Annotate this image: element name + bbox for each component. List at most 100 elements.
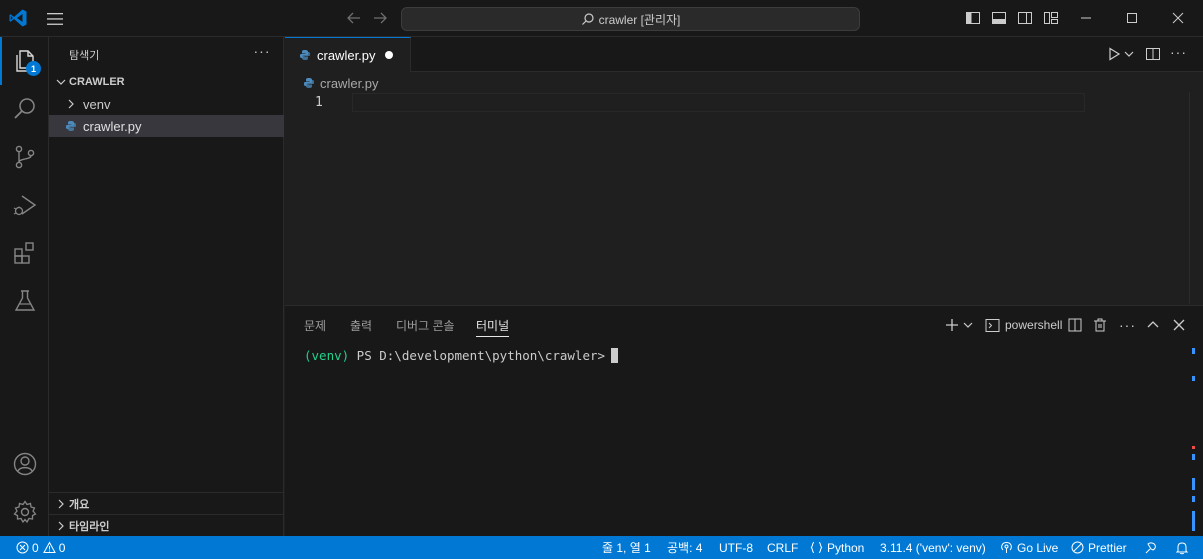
go-live-button[interactable]: Go Live (1000, 536, 1058, 559)
outline-label: 개요 (69, 498, 90, 511)
terminal-shell-selector[interactable]: powershell (985, 317, 1062, 333)
tree-item-venv[interactable]: venv (49, 93, 284, 115)
status-bar: 0 0 줄 1, 열 1 공백: 4 UTF-8 CRLF Python 3.1… (0, 536, 1203, 559)
indentation[interactable]: 공백: 4 (667, 536, 702, 559)
account-icon (13, 452, 36, 476)
sidebar-title: 탐색기 (69, 50, 100, 62)
maximize-button[interactable] (1109, 0, 1155, 36)
prettier-label: Prettier (1088, 540, 1127, 555)
run-debug-icon (13, 195, 36, 216)
minimize-icon (1081, 17, 1091, 19)
prettier-status[interactable]: Prettier (1071, 536, 1127, 559)
chevron-down-icon (963, 322, 973, 328)
flask-icon (14, 290, 35, 311)
language-label: Python (827, 540, 865, 555)
error-icon (16, 541, 29, 554)
activity-explorer[interactable]: 1 (0, 37, 49, 85)
language-mode[interactable]: Python (810, 536, 864, 559)
terminal-icon (985, 318, 1000, 332)
trash-icon[interactable] (1093, 317, 1107, 333)
problems-status[interactable]: 0 0 (16, 536, 65, 559)
encoding[interactable]: UTF-8 (719, 536, 753, 559)
end-of-line[interactable]: CRLF (767, 536, 798, 559)
close-button[interactable] (1155, 0, 1201, 36)
minimize-button[interactable] (1063, 0, 1109, 36)
line-number: 1 (315, 95, 323, 110)
toggle-primary-sidebar-icon[interactable] (965, 10, 981, 26)
terminal-venv: (venv) (304, 348, 350, 363)
tab-label: crawler.py (317, 47, 376, 63)
editor-more-actions-icon[interactable]: ··· (1170, 45, 1190, 62)
python-interpreter[interactable]: 3.11.4 ('venv': venv) (880, 536, 986, 559)
split-terminal-icon[interactable] (1068, 317, 1082, 333)
tab-problems[interactable]: 문제 (304, 317, 326, 337)
tree-item-label: venv (83, 96, 111, 112)
back-arrow-icon[interactable] (345, 9, 363, 27)
close-panel-icon[interactable] (1172, 317, 1186, 333)
editor-tab-bar: crawler.py ··· (285, 37, 1203, 72)
explorer-sidebar: 탐색기 ··· CRAWLER venv crawler.py 개요 타임라인 (49, 37, 284, 536)
terminal-scroll-mark (1192, 348, 1195, 354)
error-count: 0 (32, 540, 39, 555)
terminal-output[interactable]: (venv) PS D:\development\python\crawler> (304, 348, 619, 363)
tree-item-label: crawler.py (83, 118, 142, 134)
terminal-scroll-mark (1192, 496, 1195, 502)
run-dropdown-chevron-icon[interactable] (1124, 46, 1134, 62)
search-icon (581, 13, 594, 25)
command-center-search[interactable]: crawler [관리자] (401, 7, 860, 31)
split-editor-icon[interactable] (1145, 46, 1161, 62)
toggle-panel-icon[interactable] (991, 10, 1007, 26)
terminal-scroll-mark (1192, 511, 1195, 531)
feedback-icon (1145, 541, 1156, 553)
activity-accounts[interactable] (0, 440, 49, 488)
root-folder-label: CRAWLER (69, 76, 125, 88)
feedback-button[interactable] (1144, 536, 1158, 559)
run-python-file-icon[interactable] (1106, 46, 1122, 62)
tab-output[interactable]: 출력 (350, 317, 372, 337)
chevron-up-icon[interactable] (1146, 317, 1160, 333)
activity-testing[interactable] (0, 277, 49, 325)
activity-run-debug[interactable] (0, 181, 49, 229)
tab-terminal[interactable]: 터미널 (476, 317, 510, 337)
panel-more-actions-icon[interactable]: ··· (1119, 317, 1137, 333)
title-bar: crawler [관리자] (0, 0, 1203, 37)
source-control-icon (15, 145, 34, 169)
timeline-section[interactable]: 타임라인 (49, 514, 284, 536)
notifications-button[interactable] (1175, 536, 1189, 559)
tab-debug-console[interactable]: 디버그 콘솔 (396, 317, 455, 337)
terminal-cursor (611, 348, 619, 363)
chevron-right-icon (53, 496, 69, 512)
bottom-panel: 문제 출력 디버그 콘솔 터미널 powershell ··· (venv) P… (285, 305, 1203, 536)
breadcrumb[interactable]: crawler.py (303, 74, 379, 92)
broadcast-icon (1001, 541, 1012, 553)
sidebar-more-button[interactable]: ··· (252, 43, 272, 61)
toggle-secondary-sidebar-icon[interactable] (1017, 10, 1033, 26)
timeline-label: 타임라인 (69, 520, 110, 533)
activity-search[interactable] (0, 85, 49, 133)
close-icon (1172, 12, 1184, 24)
editor-scrollbar[interactable] (1189, 92, 1203, 304)
code-editor[interactable]: 1 (285, 92, 1203, 304)
tree-item-crawler-py[interactable]: crawler.py (49, 115, 284, 137)
vscode-logo-icon (9, 9, 27, 27)
activity-source-control[interactable] (0, 133, 49, 181)
customize-layout-icon[interactable] (1043, 10, 1059, 26)
unsaved-dot-icon[interactable] (385, 51, 393, 59)
explorer-badge: 1 (26, 61, 41, 76)
forward-arrow-icon[interactable] (371, 9, 389, 27)
braces-icon (810, 542, 823, 553)
tab-crawler-py[interactable]: crawler.py (285, 37, 411, 72)
outline-section[interactable]: 개요 (49, 492, 284, 514)
new-terminal-button[interactable] (945, 317, 973, 333)
double-check-icon (1071, 541, 1084, 554)
extensions-icon (13, 242, 34, 264)
folder-root-crawler[interactable]: CRAWLER (49, 71, 284, 93)
activity-extensions[interactable] (0, 229, 49, 277)
terminal-scroll-mark (1192, 478, 1195, 490)
cursor-position[interactable]: 줄 1, 열 1 (602, 536, 651, 559)
warning-count: 0 (58, 540, 66, 555)
hamburger-menu-icon[interactable] (45, 10, 65, 28)
python-file-icon (300, 50, 310, 60)
gear-icon (12, 500, 37, 524)
activity-manage[interactable] (0, 488, 49, 536)
